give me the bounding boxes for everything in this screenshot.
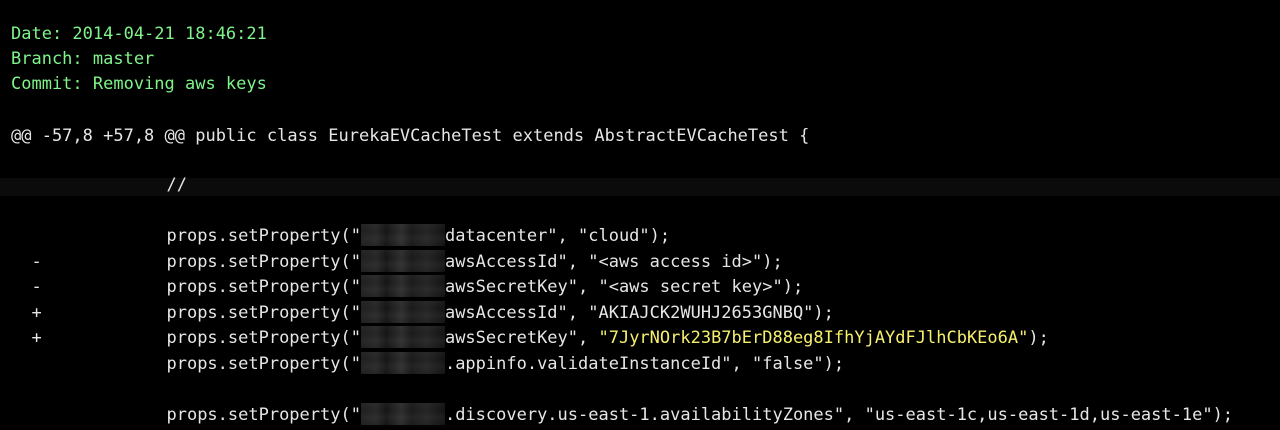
diff-line-removed: - props.setProperty(" awsSecretKey", "<aws…: [11, 251, 803, 297]
code-after-redaction: .appinfo.validateInstanceId", "false");: [444, 354, 845, 374]
diff-hunk-header: @@ -57,8 +57,8 @@ public class EurekaEVC…: [11, 126, 810, 146]
diff-line: props.setProperty(" datacenter", "cloud")…: [11, 200, 670, 246]
diff-line: props.setProperty(" .discovery.us-east-1.…: [11, 379, 1233, 425]
commit-branch: Branch: master: [11, 49, 155, 69]
code-before-redaction: props.setProperty(": [166, 405, 361, 425]
commit-message: Commit: Removing aws keys: [11, 74, 267, 94]
redaction-blur: [360, 403, 445, 425]
code-after-redaction: );: [1028, 328, 1049, 348]
redaction-blur: [360, 352, 445, 374]
diff-line: props.setProperty(" .appinfo.validateInst…: [11, 328, 844, 374]
diff-line-added: + props.setProperty(" awsSecretKey", "7Jyr…: [11, 302, 1049, 348]
commit-date: Date: 2014-04-21 18:46:21: [11, 24, 267, 44]
diff-line-added: + props.setProperty(" awsAccessId", "AKIAJ…: [11, 277, 834, 323]
code-after-redaction: .discovery.us-east-1.availabilityZones",…: [444, 405, 1234, 425]
diff-line: //: [11, 149, 186, 195]
diff-line-removed: - props.setProperty(" awsAccessId", "<aws …: [11, 226, 783, 272]
code-text: //: [166, 175, 187, 195]
terminal-background-separator: [0, 178, 1280, 196]
code-before-redaction: props.setProperty(": [166, 354, 361, 374]
